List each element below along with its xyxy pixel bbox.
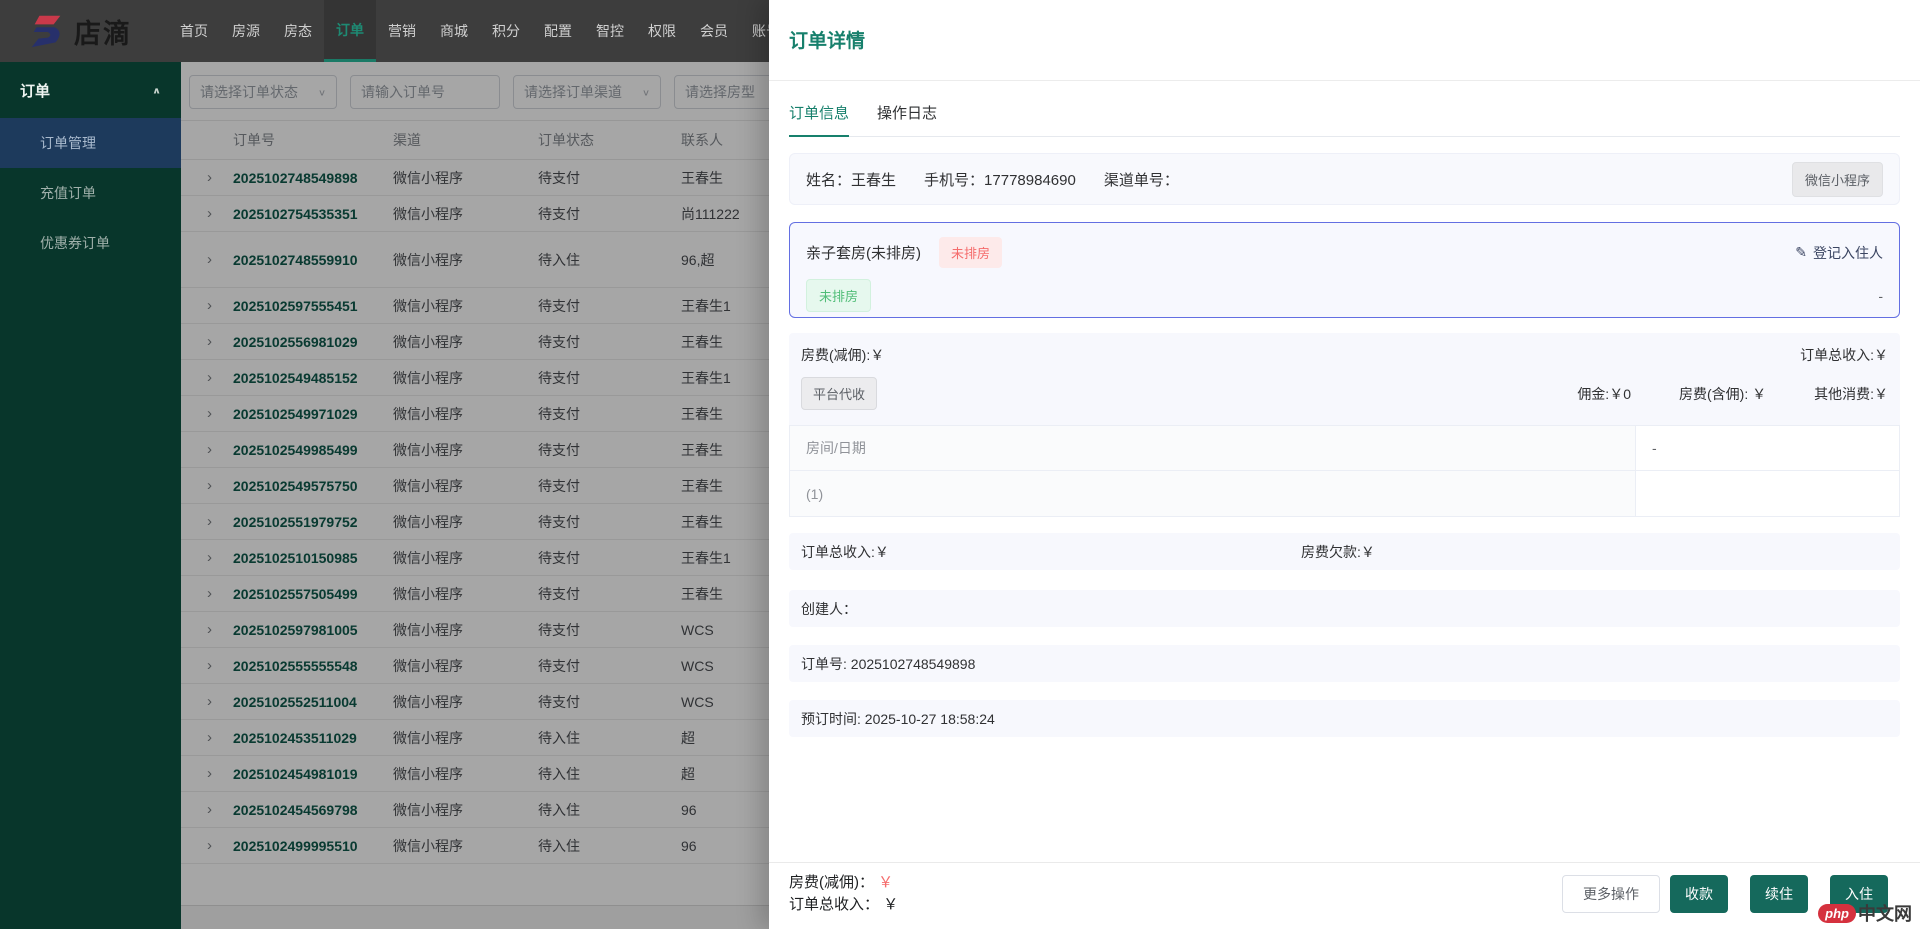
room-card-row-2: 未排房 - — [806, 279, 1883, 312]
unassigned-status-badge: 未排房 — [939, 237, 1002, 268]
room-name: 亲子套房(未排房) — [806, 242, 921, 263]
nav-item[interactable]: 营销 — [376, 0, 428, 62]
nav-item[interactable]: 房态 — [272, 0, 324, 62]
channel-badge[interactable]: 微信小程序 — [1792, 162, 1883, 197]
fees-row-1: 房费(减佣):￥ 订单总收入:￥ — [789, 345, 1900, 365]
strip-creator-label: 创建人： — [801, 599, 857, 619]
app-logo[interactable]: 店滴 — [28, 11, 146, 51]
total-income-label: 订单总收入:￥ — [1800, 345, 1888, 365]
nav-item[interactable]: 房源 — [220, 0, 272, 62]
pencil-icon: ✎ — [1795, 244, 1807, 261]
guest-phone: 手机号：17778984690 — [924, 169, 1076, 190]
room-date-row-value-cell — [1636, 471, 1899, 516]
collect-payment-button[interactable]: 收款 — [1670, 875, 1728, 913]
room-fee-label: 房费(减佣):￥ — [801, 345, 884, 365]
strip-order-no-label: 订单号: 2025102748549898 — [801, 654, 975, 674]
screen: 店滴 首页房源房态订单营销商城积分配置智控权限会员账号 订单 ∧ 订单管理充值订… — [0, 0, 1920, 929]
sidebar-group-orders[interactable]: 订单 ∧ — [0, 62, 181, 118]
logo-d-icon — [28, 11, 66, 51]
other-consumption-value: 其他消费:￥ — [1814, 384, 1888, 404]
footer-room-fee: 房费(减佣)： ￥ — [789, 872, 898, 894]
occupant-value: - — [1878, 288, 1883, 304]
drawer-title-divider — [769, 80, 1920, 81]
room-fee-incl-value: 房费(含佣): ￥ — [1679, 384, 1766, 404]
fees-row-2: 平台代收 佣金:￥0 房费(含佣): ￥ 其他消费:￥ — [789, 377, 1900, 410]
room-date-row-cell: (1) — [790, 471, 1636, 516]
platform-collect-badge: 平台代收 — [801, 377, 877, 410]
sidebar-item[interactable]: 订单管理 — [0, 118, 181, 168]
room-date-header-value-cell: - — [1636, 426, 1899, 471]
strip-creator: 创建人： — [789, 590, 1900, 627]
nav-item[interactable]: 积分 — [480, 0, 532, 62]
guest-info-card: 姓名：王春生 手机号：17778984690 渠道单号： 微信小程序 — [789, 153, 1900, 205]
footer-total-currency: ￥ — [883, 896, 898, 913]
room-date-header-cell: 房间/日期 — [790, 426, 1636, 471]
strip-total-income-label: 订单总收入:￥ — [801, 542, 889, 562]
guest-name: 姓名：王春生 — [806, 169, 896, 190]
strip-arrears-label: 房费欠款:￥ — [1301, 542, 1375, 562]
order-detail-drawer: 订单详情 订单信息 操作日志 姓名：王春生 手机号：17778984690 渠道… — [769, 0, 1920, 929]
sidebar-item[interactable]: 优惠券订单 — [0, 218, 181, 268]
logo-text: 店滴 — [74, 12, 132, 51]
fees-section: 房费(减佣):￥ 订单总收入:￥ 平台代收 佣金:￥0 房费(含佣): ￥ 其他… — [789, 333, 1900, 512]
extend-stay-button[interactable]: 续住 — [1750, 875, 1808, 913]
drawer-title: 订单详情 — [789, 26, 865, 53]
fees-metrics: 佣金:￥0 房费(含佣): ￥ 其他消费:￥ — [1577, 384, 1888, 404]
unassigned-room-badge[interactable]: 未排房 — [806, 279, 871, 312]
room-card: 亲子套房(未排房) 未排房 ✎ 登记入住人 未排房 - — [789, 222, 1900, 318]
sidebar: 订单 ∧ 订单管理充值订单优惠券订单 — [0, 62, 181, 929]
nav-item[interactable]: 配置 — [532, 0, 584, 62]
register-occupant-link[interactable]: ✎ 登记入住人 — [1795, 243, 1883, 263]
footer-total-income: 订单总收入： ￥ — [789, 894, 898, 916]
strip-booking-time-label: 预订时间: 2025-10-27 18:58:24 — [801, 709, 995, 729]
nav-menu: 首页房源房态订单营销商城积分配置智控权限会员账号 — [168, 0, 792, 62]
strip-total-income: 订单总收入:￥ 房费欠款:￥ — [789, 533, 1900, 570]
footer-totals: 房费(减佣)： ￥ 订单总收入： ￥ — [789, 872, 898, 916]
commission-value: 佣金:￥0 — [1577, 384, 1631, 404]
nav-item[interactable]: 权限 — [636, 0, 688, 62]
guest-channel-no: 渠道单号： — [1104, 169, 1179, 190]
room-date-table: 房间/日期 - (1) — [789, 425, 1900, 517]
nav-item[interactable]: 智控 — [584, 0, 636, 62]
nav-item[interactable]: 首页 — [168, 0, 220, 62]
footer-room-fee-currency: ￥ — [878, 874, 893, 891]
php-watermark-badge: php — [1818, 904, 1856, 923]
chevron-up-icon: ∧ — [152, 85, 161, 95]
more-actions-button[interactable]: 更多操作 — [1562, 875, 1660, 913]
nav-item[interactable]: 订单 — [324, 0, 376, 62]
tab-order-info[interactable]: 订单信息 — [789, 102, 849, 137]
nav-item[interactable]: 商城 — [428, 0, 480, 62]
php-watermark: php 中文网 — [1818, 900, 1912, 926]
strip-order-no: 订单号: 2025102748549898 — [789, 645, 1900, 682]
php-watermark-text: 中文网 — [1858, 900, 1912, 926]
drawer-footer: 房费(减佣)： ￥ 订单总收入： ￥ 更多操作 收款 续住 入住 — [769, 862, 1920, 929]
sidebar-group-label: 订单 — [20, 80, 50, 101]
drawer-tabs: 订单信息 操作日志 — [789, 102, 1900, 137]
strip-booking-time: 预订时间: 2025-10-27 18:58:24 — [789, 700, 1900, 737]
room-card-row-1: 亲子套房(未排房) 未排房 ✎ 登记入住人 — [806, 237, 1883, 268]
sidebar-items: 订单管理充值订单优惠券订单 — [0, 118, 181, 268]
tab-operation-log[interactable]: 操作日志 — [877, 102, 937, 136]
sidebar-item[interactable]: 充值订单 — [0, 168, 181, 218]
nav-item[interactable]: 会员 — [688, 0, 740, 62]
